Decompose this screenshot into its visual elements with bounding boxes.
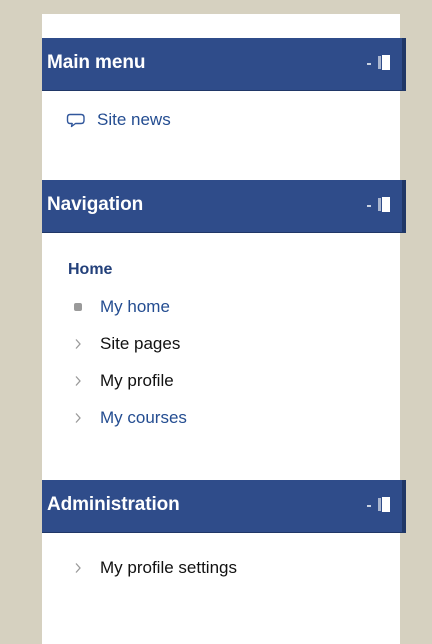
dock-icon[interactable]: [378, 197, 391, 212]
dock-icon-left-bar: [378, 56, 381, 69]
administration-header: Administration: [42, 480, 406, 533]
administration-block: Administration My profile settings: [42, 480, 406, 640]
chevron-right-icon: [75, 563, 81, 573]
navigation-item-my-home[interactable]: My home: [74, 295, 170, 319]
navigation-header: Navigation: [42, 180, 406, 233]
navigation-title: Navigation: [47, 194, 144, 215]
dock-icon[interactable]: [378, 497, 391, 512]
navigation-item-site-pages[interactable]: Site pages: [74, 332, 180, 356]
main-menu-header: Main menu: [42, 38, 406, 91]
dock-icon-right-bar: [382, 497, 390, 512]
navigation-item-my-profile[interactable]: My profile: [74, 369, 174, 393]
speech-bubble-icon: [66, 113, 85, 128]
main-menu-block: Main menu Site news: [42, 38, 406, 168]
dock-icon-right-bar: [382, 55, 390, 70]
minus-icon[interactable]: [367, 505, 371, 507]
navigation-home-link[interactable]: Home: [68, 261, 112, 279]
navigation-block: Navigation Home My home Site pages My pr…: [42, 180, 406, 466]
dock-icon-left-bar: [378, 498, 381, 511]
site-news-label: Site news: [97, 110, 171, 129]
my-courses-label: My courses: [100, 408, 187, 427]
dock-icon-right-bar: [382, 197, 390, 212]
square-bullet-icon: [74, 303, 82, 311]
navigation-item-my-courses[interactable]: My courses: [74, 406, 187, 430]
chevron-right-icon: [75, 339, 81, 349]
chevron-right-icon: [75, 376, 81, 386]
dock-icon-left-bar: [378, 198, 381, 211]
dock-icon[interactable]: [378, 55, 391, 70]
block-controls: [354, 197, 402, 215]
minus-icon[interactable]: [367, 205, 371, 207]
administration-item-my-profile-settings[interactable]: My profile settings: [74, 556, 237, 580]
my-profile-label: My profile: [100, 371, 174, 390]
chevron-right-icon: [75, 413, 81, 423]
my-profile-settings-label: My profile settings: [100, 558, 237, 577]
main-menu-title: Main menu: [47, 52, 146, 73]
my-home-label: My home: [100, 297, 170, 316]
site-pages-label: Site pages: [100, 334, 181, 353]
site-news-link[interactable]: Site news: [66, 108, 171, 132]
sidebar-panel: Main menu Site news Navigation Home My h…: [42, 14, 406, 644]
block-controls: [354, 497, 402, 515]
block-controls: [354, 55, 402, 73]
administration-title: Administration: [47, 494, 180, 515]
minus-icon[interactable]: [367, 63, 371, 65]
